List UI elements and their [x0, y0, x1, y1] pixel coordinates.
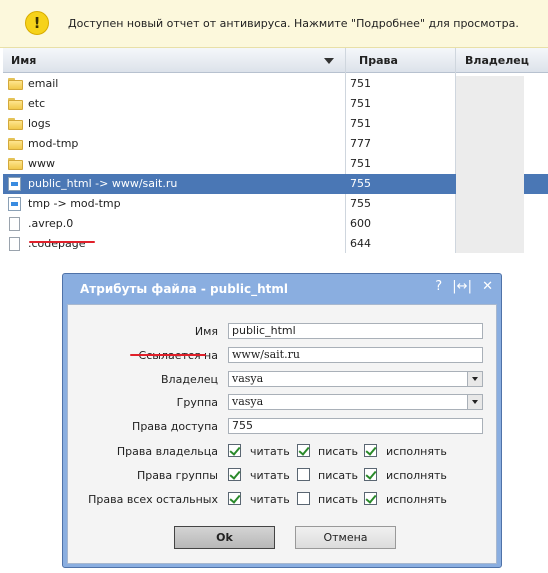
column-header-owner[interactable]: Владелец	[465, 48, 529, 73]
group-write-checkbox[interactable]	[297, 468, 310, 481]
group-read-checkbox[interactable]	[228, 468, 241, 481]
file-perms: 755	[350, 177, 371, 190]
file-name: mod-tmp	[28, 137, 79, 150]
file-icon	[9, 217, 20, 231]
folder-icon	[8, 98, 23, 110]
file-name: logs	[28, 117, 51, 130]
others-read-checkbox[interactable]	[228, 492, 241, 505]
link-icon	[8, 197, 21, 211]
file-perms: 751	[350, 117, 371, 130]
file-attributes-dialog: Атрибуты файла - public_html ? |↔| ✕ Имя…	[62, 273, 502, 568]
group-select[interactable]: vasya	[228, 394, 483, 410]
owner-select-value: vasya	[232, 372, 264, 385]
file-perms: 777	[350, 137, 371, 150]
file-perms: 755	[350, 197, 371, 210]
owner-label: Владелец	[161, 373, 218, 386]
link-icon	[8, 177, 21, 191]
table-header: Имя Права Владелец	[3, 48, 548, 73]
file-perms: 751	[350, 77, 371, 90]
chevron-down-icon[interactable]	[467, 372, 482, 386]
column-header-name[interactable]: Имя	[11, 48, 36, 73]
file-name: tmp -> mod-tmp	[28, 197, 121, 210]
close-icon[interactable]: ✕	[482, 279, 493, 294]
help-icon[interactable]: ?	[435, 279, 442, 294]
chevron-down-icon[interactable]	[467, 395, 482, 409]
file-name: public_html -> www/sait.ru	[28, 177, 178, 190]
others-rights-label: Права всех остальных	[88, 493, 218, 506]
file-name: email	[28, 77, 59, 90]
others-exec-label: исполнять	[386, 493, 447, 506]
owner-exec-label: исполнять	[386, 445, 447, 458]
owner-write-label: писать	[318, 445, 359, 458]
group-read-label: читать	[250, 469, 290, 482]
group-select-value: vasya	[232, 395, 264, 408]
column-header-perms[interactable]: Права	[359, 48, 398, 73]
others-write-checkbox[interactable]	[297, 492, 310, 505]
name-label: Имя	[194, 325, 218, 338]
group-exec-label: исполнять	[386, 469, 447, 482]
dialog-title: Атрибуты файла - public_html	[80, 282, 289, 296]
folder-icon	[8, 118, 23, 130]
dialog-title-icons: ? |↔| ✕	[429, 279, 493, 294]
owner-select[interactable]: vasya	[228, 371, 483, 387]
file-perms: 600	[350, 217, 371, 230]
file-name: .codepage	[28, 237, 86, 250]
others-exec-checkbox[interactable]	[364, 492, 377, 505]
group-label: Группа	[176, 396, 218, 409]
notice-text: Доступен новый отчет от антивируса. Нажм…	[68, 17, 519, 30]
antivirus-notice-bar: ! Доступен новый отчет от антивируса. На…	[0, 0, 548, 48]
group-exec-checkbox[interactable]	[364, 468, 377, 481]
others-write-label: писать	[318, 493, 359, 506]
folder-icon	[8, 78, 23, 90]
others-read-label: читать	[250, 493, 290, 506]
sort-arrow-icon[interactable]	[324, 58, 334, 64]
resize-icon[interactable]: |↔|	[452, 279, 472, 294]
red-highlight-underline	[130, 354, 206, 356]
ok-button[interactable]: Ok	[174, 526, 275, 549]
owner-rights-label: Права владельца	[116, 445, 218, 458]
folder-icon	[8, 138, 23, 150]
file-name: www	[28, 157, 55, 170]
info-icon: !	[25, 11, 49, 35]
file-perms: 644	[350, 237, 371, 250]
owner-read-checkbox[interactable]	[228, 444, 241, 457]
owner-column-blurred	[456, 76, 524, 253]
perms-field[interactable]: 755	[228, 418, 483, 434]
dialog-body: Имя public_html Ссылается на www/sait.ru…	[67, 304, 497, 564]
file-name: .avrep.0	[28, 217, 74, 230]
file-icon	[9, 237, 20, 251]
link-target-field[interactable]: www/sait.ru	[228, 347, 483, 363]
group-rights-label: Права группы	[136, 469, 218, 482]
owner-read-label: читать	[250, 445, 290, 458]
file-name: etc	[28, 97, 46, 110]
cancel-button[interactable]: Отмена	[295, 526, 396, 549]
file-table: Имя Права Владелец email 751 etc 751 logs 751…	[3, 48, 548, 253]
name-field[interactable]: public_html	[228, 323, 483, 339]
owner-write-checkbox[interactable]	[297, 444, 310, 457]
perms-label: Права доступа	[132, 420, 218, 433]
group-write-label: писать	[318, 469, 359, 482]
folder-icon	[8, 158, 23, 170]
owner-exec-checkbox[interactable]	[364, 444, 377, 457]
file-perms: 751	[350, 97, 371, 110]
red-highlight-underline	[29, 241, 95, 243]
file-perms: 751	[350, 157, 371, 170]
